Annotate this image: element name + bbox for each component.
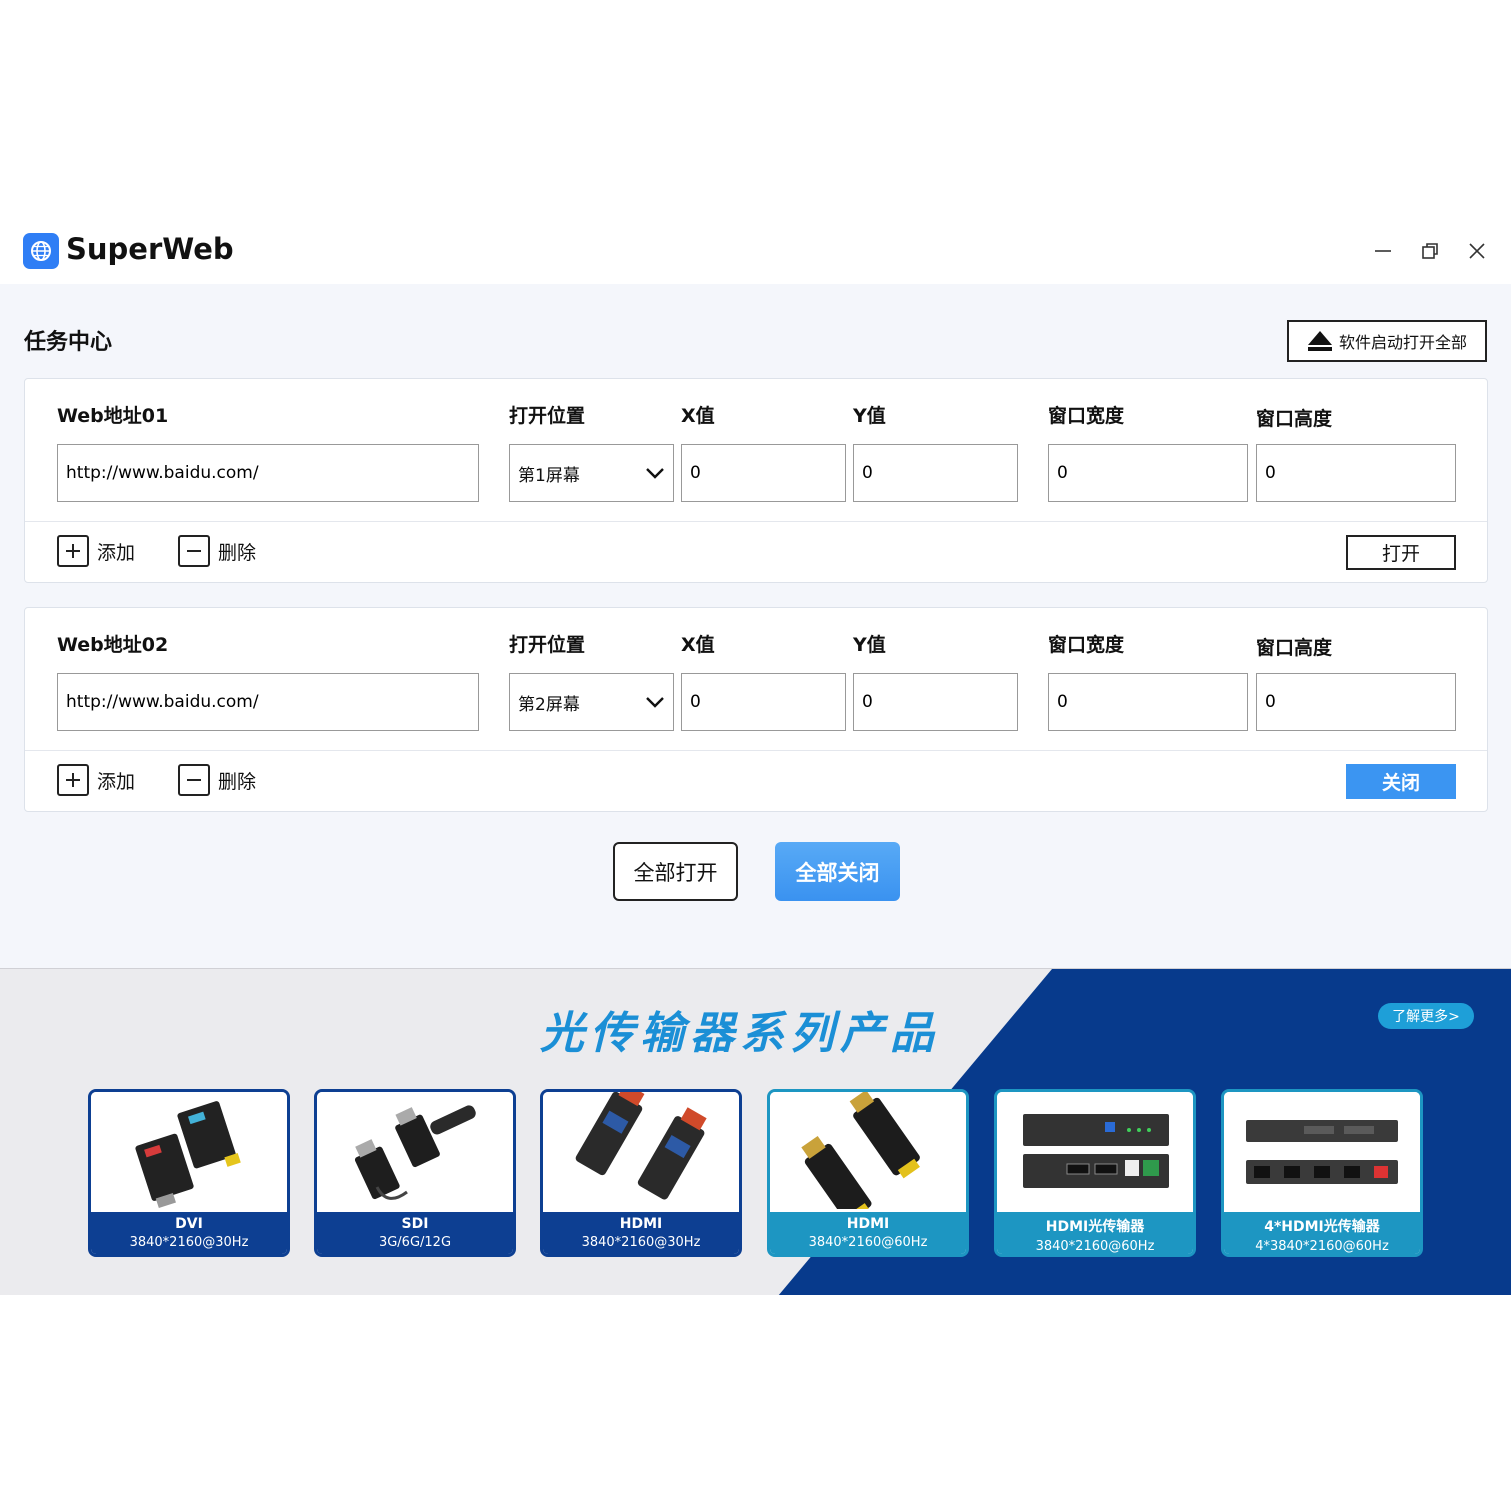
- learn-more-button[interactable]: 了解更多>: [1378, 1003, 1474, 1029]
- task-name: Web地址01: [57, 405, 169, 427]
- minimize-button[interactable]: [1366, 234, 1400, 268]
- minimize-icon: [1375, 250, 1391, 252]
- product-image: [317, 1092, 513, 1212]
- start-open-all-label: 软件启动打开全部: [1338, 333, 1467, 352]
- close-window-button[interactable]: [1460, 234, 1494, 268]
- delete-label: 删除: [218, 770, 257, 793]
- width-label: 窗口宽度: [1048, 405, 1125, 427]
- width-input[interactable]: [1048, 444, 1248, 502]
- task-card-2: Web地址02 打开位置 X值 Y值 窗口宽度 窗口高度 第2屏幕 添加 删除 …: [24, 607, 1488, 812]
- app-title: SuperWeb: [66, 232, 234, 266]
- product-image: [997, 1092, 1193, 1212]
- product-spec: 3G/6G/12G: [378, 1235, 452, 1250]
- globe-icon: [23, 233, 59, 269]
- height-input[interactable]: [1256, 444, 1456, 502]
- position-select-value: 第2屏幕: [509, 673, 674, 731]
- task-name: Web地址02: [57, 634, 169, 656]
- y-input[interactable]: [853, 673, 1018, 731]
- x-label: X值: [681, 405, 715, 427]
- plus-icon: [57, 764, 89, 796]
- delete-button[interactable]: 删除: [178, 535, 256, 567]
- product-spec: 3840*2160@60Hz: [808, 1235, 928, 1250]
- product-card[interactable]: HDMI 3840*2160@30Hz: [540, 1089, 742, 1257]
- x-input[interactable]: [681, 673, 846, 731]
- page-title: 任务中心: [24, 330, 113, 355]
- delete-button[interactable]: 删除: [178, 764, 256, 796]
- add-label: 添加: [97, 541, 136, 564]
- product-image: [91, 1092, 287, 1212]
- product-caption: 4*HDMI光传输器 4*3840*2160@60Hz: [1224, 1212, 1420, 1254]
- close-all-button[interactable]: 全部关闭: [775, 842, 900, 901]
- position-label: 打开位置: [509, 405, 586, 427]
- product-spec: 3840*2160@30Hz: [581, 1235, 701, 1250]
- y-input[interactable]: [853, 444, 1018, 502]
- add-label: 添加: [97, 770, 136, 793]
- divider: [25, 521, 1487, 522]
- product-caption: HDMI 3840*2160@60Hz: [770, 1212, 966, 1254]
- app-window: SuperWeb 任务中心 软件启动打开全部 Web地址01 打开位置 X值 Y…: [0, 222, 1511, 1295]
- minus-icon: [178, 764, 210, 796]
- banner-title: 光传输器系列产品: [540, 1008, 940, 1059]
- plus-icon: [57, 535, 89, 567]
- restore-button[interactable]: [1413, 234, 1447, 268]
- minus-icon: [178, 535, 210, 567]
- task-card-1: Web地址01 打开位置 X值 Y值 窗口宽度 窗口高度 第1屏幕 添加 删除 …: [24, 378, 1488, 583]
- url-input[interactable]: [57, 673, 479, 731]
- product-spec: 3840*2160@60Hz: [1035, 1239, 1155, 1254]
- restore-icon: [1422, 243, 1438, 259]
- add-button[interactable]: 添加: [57, 535, 135, 567]
- product-card[interactable]: HDMI光传输器 3840*2160@60Hz: [994, 1089, 1196, 1257]
- product-caption: SDI 3G/6G/12G: [317, 1212, 513, 1254]
- product-caption: HDMI光传输器 3840*2160@60Hz: [997, 1212, 1193, 1254]
- product-name: 4*HDMI光传输器: [1264, 1219, 1380, 1235]
- close-task-button[interactable]: 关闭: [1346, 764, 1456, 799]
- width-label: 窗口宽度: [1048, 634, 1125, 656]
- product-name: HDMI光传输器: [1045, 1219, 1145, 1235]
- product-caption: HDMI 3840*2160@30Hz: [543, 1212, 739, 1254]
- width-input[interactable]: [1048, 673, 1248, 731]
- open-all-button[interactable]: 全部打开: [613, 842, 738, 901]
- url-input[interactable]: [57, 444, 479, 502]
- position-select[interactable]: 第1屏幕: [509, 444, 674, 502]
- add-button[interactable]: 添加: [57, 764, 135, 796]
- product-name: DVI: [175, 1216, 203, 1232]
- product-spec: 3840*2160@30Hz: [129, 1235, 249, 1250]
- x-label: X值: [681, 634, 715, 656]
- title-bar: SuperWeb: [0, 222, 1511, 284]
- product-name: HDMI: [619, 1216, 663, 1232]
- product-name: SDI: [401, 1216, 429, 1232]
- product-caption: DVI 3840*2160@30Hz: [91, 1212, 287, 1254]
- product-spec: 4*3840*2160@60Hz: [1255, 1239, 1389, 1254]
- position-select-value: 第1屏幕: [509, 444, 674, 502]
- product-card[interactable]: HDMI 3840*2160@60Hz: [767, 1089, 969, 1257]
- height-input[interactable]: [1256, 673, 1456, 731]
- product-card[interactable]: 4*HDMI光传输器 4*3840*2160@60Hz: [1221, 1089, 1423, 1257]
- position-select[interactable]: 第2屏幕: [509, 673, 674, 731]
- height-label: 窗口高度: [1256, 408, 1333, 430]
- product-image: [770, 1092, 966, 1223]
- product-banner[interactable]: 光传输器系列产品 了解更多> DVI 3840*2160@30Hz SDI 3G…: [0, 968, 1511, 1295]
- product-image: [1224, 1092, 1420, 1212]
- divider: [25, 750, 1487, 751]
- start-open-all-button[interactable]: 软件启动打开全部: [1287, 320, 1487, 362]
- product-name: HDMI: [846, 1216, 890, 1232]
- y-label: Y值: [853, 634, 886, 656]
- height-label: 窗口高度: [1256, 637, 1333, 659]
- product-card[interactable]: SDI 3G/6G/12G: [314, 1089, 516, 1257]
- delete-label: 删除: [218, 541, 257, 564]
- x-input[interactable]: [681, 444, 846, 502]
- product-card[interactable]: DVI 3840*2160@30Hz: [88, 1089, 290, 1257]
- position-label: 打开位置: [509, 634, 586, 656]
- y-label: Y值: [853, 405, 886, 427]
- product-image: [543, 1092, 739, 1212]
- close-icon: [1469, 243, 1485, 259]
- eject-icon: [1307, 331, 1332, 351]
- open-button[interactable]: 打开: [1346, 535, 1456, 570]
